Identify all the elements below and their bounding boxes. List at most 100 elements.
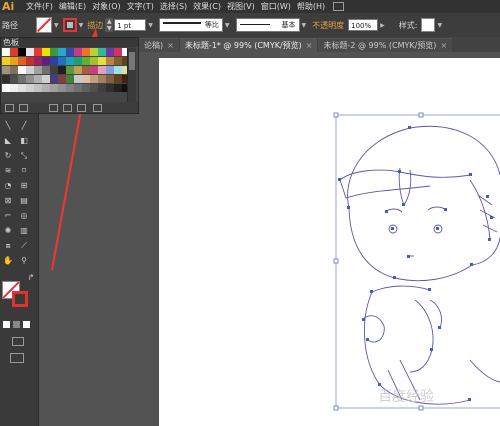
- perspective-grid-icon[interactable]: ⊞: [19, 181, 29, 191]
- swatch-chip[interactable]: [58, 75, 66, 83]
- scale-icon[interactable]: ⤡: [19, 151, 29, 161]
- zoom-icon[interactable]: ⚲: [19, 256, 29, 266]
- swatch-chip[interactable]: [34, 57, 42, 65]
- fill-swatch-button[interactable]: [36, 17, 52, 33]
- swatch-chip[interactable]: [58, 84, 66, 92]
- swatch-chip[interactable]: [98, 48, 106, 56]
- graphic-style-swatch[interactable]: [421, 18, 436, 32]
- menu-file[interactable]: 文件(F): [26, 1, 53, 12]
- swatch-chip[interactable]: [10, 66, 18, 74]
- opacity-field[interactable]: 100%: [348, 19, 379, 31]
- chevron-down-icon[interactable]: ▼: [437, 22, 442, 29]
- chevron-down-icon[interactable]: ▼: [225, 22, 230, 29]
- tab-document-1[interactable]: 未标题-1* @ 99% (CMYK/预览) ×: [179, 38, 318, 52]
- swatch-chip[interactable]: [82, 57, 90, 65]
- swatch-chip[interactable]: [18, 48, 26, 56]
- swatch-options-icon[interactable]: [49, 104, 58, 112]
- swatch-chip[interactable]: [2, 48, 10, 56]
- swatch-chip[interactable]: [114, 66, 122, 74]
- swatch-chip[interactable]: [18, 75, 26, 83]
- swatch-chip[interactable]: [74, 75, 82, 83]
- menu-select[interactable]: 选择(S): [160, 1, 187, 12]
- pen-icon[interactable]: ╲: [3, 121, 13, 131]
- swatch-chip[interactable]: [82, 66, 90, 74]
- slice-icon[interactable]: ⟋: [19, 241, 29, 251]
- swatch-chip[interactable]: [26, 48, 34, 56]
- swatch-chip[interactable]: [42, 84, 50, 92]
- swatch-chip[interactable]: [34, 84, 42, 92]
- menu-help[interactable]: 帮助(H): [297, 1, 325, 12]
- menu-type[interactable]: 文字(T): [127, 1, 154, 12]
- swatch-chip[interactable]: [66, 57, 74, 65]
- swatch-chip[interactable]: [34, 75, 42, 83]
- close-icon[interactable]: ×: [440, 41, 447, 50]
- stroke-weight-field[interactable]: 1 pt: [114, 19, 147, 31]
- chevron-down-icon[interactable]: ▼: [54, 22, 59, 29]
- draw-mode-icon[interactable]: [12, 337, 24, 346]
- swatch-chip[interactable]: [106, 84, 114, 92]
- column-graph-icon[interactable]: ▥: [19, 226, 29, 236]
- stroke-weight-stepper[interactable]: ▲ ▼: [105, 18, 114, 32]
- close-icon[interactable]: ×: [306, 41, 313, 50]
- swatch-chip[interactable]: [50, 75, 58, 83]
- swatch-chip[interactable]: [106, 66, 114, 74]
- none-mode-icon[interactable]: [23, 321, 30, 328]
- menu-window[interactable]: 窗口(W): [261, 1, 291, 12]
- swatch-chip[interactable]: [34, 48, 42, 56]
- chevron-down-icon[interactable]: ▼: [302, 22, 307, 29]
- swap-icon[interactable]: ↱: [26, 273, 36, 283]
- swatch-chip[interactable]: [74, 84, 82, 92]
- artboard-icon[interactable]: ⧈: [3, 241, 13, 251]
- free-transform-icon[interactable]: ⌑: [19, 166, 29, 176]
- swatch-chip[interactable]: [98, 75, 106, 83]
- swatch-chip[interactable]: [2, 75, 10, 83]
- eyedropper-icon[interactable]: ⌐: [3, 211, 13, 221]
- color-mode-icon[interactable]: [3, 321, 10, 328]
- swatch-chip[interactable]: [90, 84, 98, 92]
- blob-brush-icon[interactable]: ◣: [3, 136, 13, 146]
- chevron-down-icon[interactable]: ▼: [79, 22, 84, 29]
- blend-icon[interactable]: ◎: [19, 211, 29, 221]
- swatch-chip[interactable]: [26, 66, 34, 74]
- rotate-icon[interactable]: ↻: [3, 151, 13, 161]
- mesh-icon[interactable]: ⊠: [3, 196, 13, 206]
- opacity-label[interactable]: 不透明度: [312, 20, 344, 31]
- swatch-chip[interactable]: [10, 57, 18, 65]
- gradient-mode-icon[interactable]: [13, 321, 20, 328]
- swatch-chip[interactable]: [114, 75, 122, 83]
- swatch-chip[interactable]: [82, 75, 90, 83]
- swatch-chip[interactable]: [26, 84, 34, 92]
- swatches-scrollbar[interactable]: [127, 48, 136, 102]
- symbol-sprayer-icon[interactable]: ✺: [3, 226, 13, 236]
- delete-swatch-icon[interactable]: [93, 104, 102, 112]
- swatch-chip[interactable]: [98, 66, 106, 74]
- pencil-icon[interactable]: ╱: [19, 121, 29, 131]
- workspace-icon[interactable]: [333, 2, 345, 11]
- swatch-chip[interactable]: [18, 57, 26, 65]
- swatch-chip[interactable]: [58, 48, 66, 56]
- swatch-chip[interactable]: [2, 66, 10, 74]
- menu-view[interactable]: 视图(V): [227, 1, 255, 12]
- swatch-chip[interactable]: [50, 57, 58, 65]
- menu-edit[interactable]: 编辑(E): [59, 1, 86, 12]
- swatch-chip[interactable]: [114, 48, 122, 56]
- menu-object[interactable]: 对象(O): [92, 1, 121, 12]
- swatch-chip[interactable]: [50, 48, 58, 56]
- swatch-chip[interactable]: [114, 57, 122, 65]
- swatch-chip[interactable]: [42, 57, 50, 65]
- swatch-chip[interactable]: [82, 48, 90, 56]
- swatch-chip[interactable]: [2, 57, 10, 65]
- swatch-chip[interactable]: [114, 84, 122, 92]
- chevron-down-icon[interactable]: ▶: [380, 22, 385, 29]
- width-icon[interactable]: ≋: [3, 166, 13, 176]
- new-color-group-icon[interactable]: [63, 104, 72, 112]
- gradient-icon[interactable]: ▤: [19, 196, 29, 206]
- swatch-chip[interactable]: [10, 75, 18, 83]
- stroke-color-box[interactable]: [12, 291, 28, 307]
- swatch-chip[interactable]: [106, 75, 114, 83]
- swatch-chip[interactable]: [98, 57, 106, 65]
- swatch-chip[interactable]: [90, 75, 98, 83]
- new-swatch-icon[interactable]: [77, 104, 86, 112]
- swatch-chip[interactable]: [66, 84, 74, 92]
- swatch-chip[interactable]: [66, 66, 74, 74]
